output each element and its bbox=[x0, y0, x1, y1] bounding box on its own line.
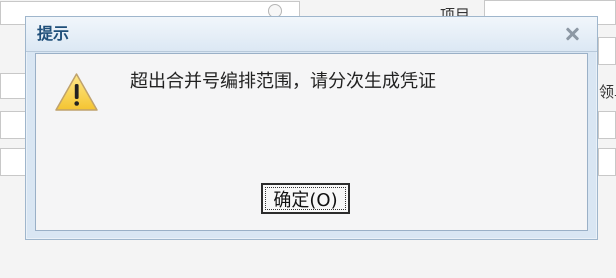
background-right-field-3[interactable] bbox=[598, 148, 616, 176]
ok-button[interactable]: 确定(O) bbox=[261, 183, 350, 214]
dialog-title: 提示 bbox=[37, 24, 70, 43]
dialog-content: 超出合并号编排范围，请分次生成凭证 确定(O) bbox=[35, 53, 588, 231]
background-right-field-1[interactable] bbox=[598, 37, 616, 65]
close-icon[interactable] bbox=[563, 25, 581, 43]
dialog-message: 超出合并号编排范围，请分次生成凭证 bbox=[130, 71, 436, 92]
warning-icon bbox=[55, 73, 98, 111]
dialog-titlebar: 提示 bbox=[26, 17, 597, 52]
prompt-dialog: 提示 超出合并号编排范围，请分次生成凭证 确定(O) bbox=[25, 16, 598, 240]
background-right-field-2[interactable] bbox=[598, 111, 616, 139]
background-voucher-label: 领单 bbox=[599, 83, 616, 101]
